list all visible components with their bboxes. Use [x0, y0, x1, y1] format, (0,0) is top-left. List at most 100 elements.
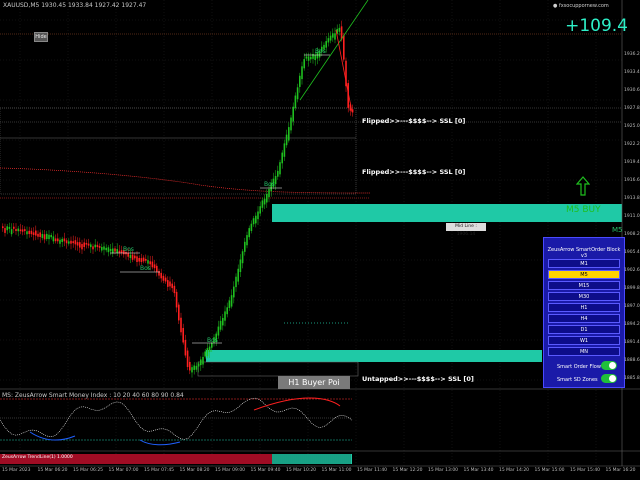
- candle: [343, 35, 345, 60]
- candle: [180, 317, 182, 333]
- candle: [57, 238, 59, 242]
- candle: [224, 311, 226, 321]
- candle: [195, 365, 198, 370]
- candle: [116, 249, 118, 253]
- candle: [81, 244, 83, 250]
- toggle-order-flow[interactable]: [601, 361, 617, 370]
- candle: [283, 143, 286, 157]
- tf-button-m15[interactable]: M15: [548, 281, 620, 290]
- candle: [50, 234, 52, 238]
- candle: [131, 254, 134, 260]
- candle: [136, 256, 138, 263]
- candle: [241, 251, 244, 264]
- candle: [332, 33, 334, 38]
- candle: [173, 285, 176, 294]
- candle: [193, 365, 195, 370]
- candle: [294, 95, 297, 109]
- bos-label: Bos: [140, 265, 151, 272]
- candle: [200, 359, 202, 366]
- candle: [325, 41, 327, 48]
- candle: [105, 247, 107, 251]
- candle: [301, 66, 303, 80]
- candle: [266, 194, 268, 203]
- candle: [244, 241, 246, 252]
- site-watermark: ● fxsocuppornew.com: [553, 3, 609, 9]
- time-label: 15 Mar 15:00: [534, 468, 565, 473]
- trendline-label: ZeusArrow TrendLine(1) 1.0000: [2, 455, 73, 460]
- candle: [184, 339, 187, 356]
- time-label: 15 Mar 07:45: [144, 468, 175, 473]
- candle: [162, 275, 165, 281]
- candle: [228, 300, 231, 308]
- price-label: 1927.85: [624, 106, 640, 111]
- time-label: 15 Mar 06:25: [73, 468, 104, 473]
- candle: [24, 229, 26, 232]
- tf-button-w1[interactable]: W1: [548, 336, 620, 345]
- candle: [39, 232, 41, 237]
- candle: [175, 291, 178, 308]
- candle: [98, 246, 101, 248]
- candle: [101, 246, 103, 251]
- candle: [134, 255, 136, 259]
- price-label: 1919.45: [624, 160, 640, 165]
- candle: [219, 320, 222, 330]
- candle: [237, 268, 239, 282]
- candle: [156, 265, 158, 272]
- candle: [142, 257, 145, 262]
- price-label: 1902.65: [624, 268, 640, 273]
- tf-button-m1[interactable]: M1: [548, 259, 620, 268]
- candle: [167, 280, 169, 287]
- time-label: 15 Mar 2023: [2, 468, 31, 473]
- m5-buy-label: M5 BUY: [566, 205, 601, 215]
- candle: [279, 162, 281, 175]
- candle: [226, 307, 228, 315]
- price-label: 1905.45: [624, 250, 640, 255]
- candle: [305, 56, 308, 59]
- candle: [37, 233, 39, 237]
- candle: [233, 286, 235, 298]
- candle: [189, 361, 191, 371]
- tf-button-h4[interactable]: H4: [548, 314, 620, 323]
- time-label: 15 Mar 15:40: [570, 468, 601, 473]
- flip-label-2: Flipped>>---$$$$--> SSL [0]: [362, 168, 466, 176]
- symbol-info: XAUUSD,M5 1930.45 1933.84 1927.42 1927.4…: [3, 2, 147, 9]
- candle: [246, 235, 248, 246]
- price-label: 1911.05: [624, 214, 640, 219]
- time-label: 15 Mar 12:20: [392, 468, 423, 473]
- h1-buyer-label: H1 Buyer Poi: [278, 376, 350, 389]
- candle: [327, 38, 330, 43]
- candle: [235, 276, 237, 288]
- candle: [151, 261, 154, 268]
- hide-button[interactable]: Hide: [34, 32, 48, 42]
- tf-button-m5[interactable]: M5: [548, 270, 620, 279]
- candle: [208, 346, 211, 353]
- candle: [288, 127, 290, 141]
- candle: [299, 75, 301, 87]
- candle: [76, 242, 79, 246]
- tf-button-d1[interactable]: D1: [548, 325, 620, 334]
- candle: [4, 228, 6, 233]
- candle: [8, 226, 11, 229]
- candle: [314, 55, 316, 61]
- candle: [114, 248, 116, 252]
- candle: [164, 277, 167, 282]
- candle: [96, 244, 99, 247]
- toggle-sd-zones[interactable]: [601, 374, 617, 383]
- candle: [252, 218, 255, 225]
- candle: [292, 106, 294, 122]
- tf-button-mn[interactable]: MN: [548, 347, 620, 356]
- candle: [250, 223, 253, 231]
- candle: [46, 233, 48, 240]
- candle: [248, 228, 250, 238]
- tf-button-h1[interactable]: H1: [548, 303, 620, 312]
- candle: [48, 234, 50, 240]
- candle: [35, 230, 37, 236]
- candle: [17, 228, 19, 232]
- candle: [41, 234, 44, 238]
- toggle-label-sd-zones: Smart SD Zones: [557, 377, 598, 383]
- candle: [255, 215, 257, 224]
- tf-button-m30[interactable]: M30: [548, 292, 620, 301]
- bos-label: Bos: [123, 246, 134, 253]
- price-label: 1894.25: [624, 322, 640, 327]
- candle: [222, 317, 224, 326]
